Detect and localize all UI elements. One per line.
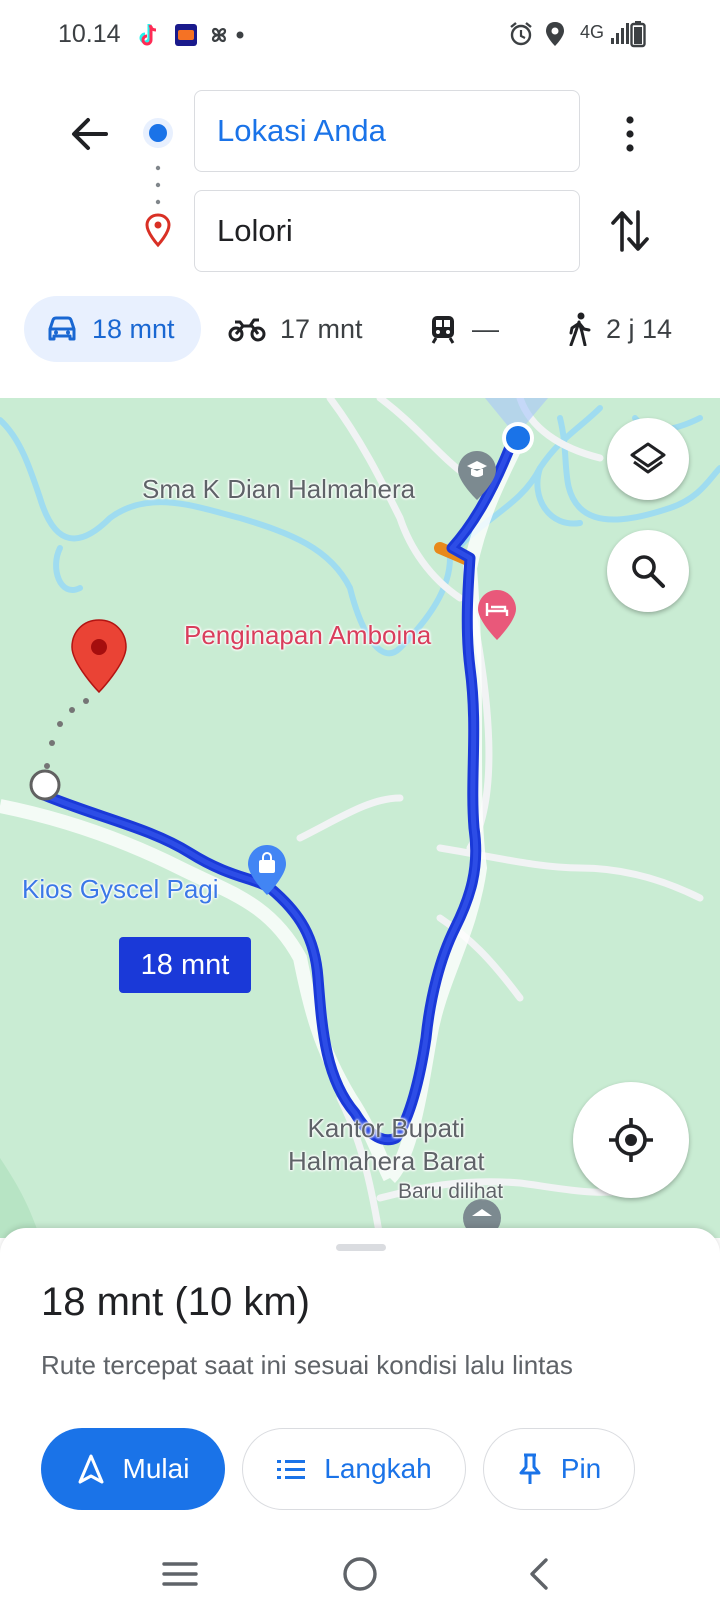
steps-button[interactable]: Langkah [242,1428,466,1510]
directions-header: Lokasi Anda Lolori 18 mnt 17 mnt — 2 j 1… [0,68,720,398]
tab-transit[interactable]: — [428,296,499,362]
swap-direction-icon[interactable] [608,206,652,256]
steps-label: Langkah [324,1453,432,1484]
layers-icon [630,442,666,474]
travel-mode-tabs: 18 mnt 17 mnt — 2 j 14 [0,296,720,366]
status-time: 10.14 [58,20,121,48]
sheet-drag-handle[interactable] [336,1244,386,1251]
lazada-icon [175,24,197,46]
route-details-sheet: 18 mnt (10 km) Rute tercepat saat ini se… [0,1228,720,1530]
motorcycle-icon [228,318,266,342]
layers-button[interactable] [607,418,689,500]
search-along-route-button[interactable] [607,530,689,612]
list-icon [277,1460,306,1479]
office-label-line2: Halmahera Barat [288,1146,485,1176]
more-options-icon[interactable] [614,112,646,156]
origin-dot-icon [143,118,173,148]
transit-time: — [472,313,499,344]
start-navigation-button[interactable]: Mulai [41,1428,225,1510]
system-back-icon[interactable] [516,1550,564,1598]
map-label-shop[interactable]: Kios Gyscel Pagi [22,874,219,905]
origin-input[interactable]: Lokasi Anda [194,90,580,172]
map-label-inn[interactable]: Penginapan Amboina [184,620,431,651]
destination-input[interactable]: Lolori [194,190,580,272]
pin-label: Pin [560,1453,602,1484]
office-label-line1: Kantor Bupati [307,1113,466,1143]
battery-icon [630,21,646,48]
my-location-icon [609,1118,653,1162]
home-icon[interactable] [336,1550,384,1598]
pin-icon [519,1453,541,1484]
system-navigation-bar [0,1530,720,1612]
pinwheel-icon [211,27,227,43]
walking-time: 2 j 14 [606,313,673,344]
my-location-button[interactable] [573,1082,689,1198]
navigation-arrow-icon [78,1454,104,1484]
signal-icon [611,23,629,44]
network-type: 4G [580,22,605,42]
location-icon [546,22,564,46]
destination-marker[interactable] [71,619,127,694]
search-icon [632,555,665,588]
alarm-icon [510,22,532,46]
recently-viewed-label: Baru dilihat [398,1180,504,1203]
motorcycle-time: 17 mnt [280,313,363,344]
map-label-school[interactable]: Sma K Dian Halmahera [142,474,415,505]
map-label-office[interactable]: Kantor Bupati Halmahera Barat [288,1112,485,1178]
route-duration-chip[interactable]: 18 mnt [119,937,251,993]
route-connector-icon [155,165,161,205]
hotel-marker[interactable] [478,590,516,640]
driving-time: 18 mnt [92,313,175,344]
route-description: Rute tercepat saat ini sesuai kondisi la… [41,1350,573,1380]
tiktok-icon [139,24,157,46]
walk-icon [569,312,591,346]
status-bar: 10.14 4G [0,0,720,68]
shop-marker[interactable] [248,845,286,895]
car-icon [48,316,76,341]
tab-driving[interactable]: 18 mnt [24,296,201,362]
destination-pin-icon [145,213,171,248]
start-label: Mulai [122,1453,190,1484]
tab-motorcycle[interactable]: 17 mnt [228,296,363,362]
dot-icon [236,31,244,39]
recent-apps-icon[interactable] [156,1550,204,1598]
train-icon [431,316,455,344]
tab-walking[interactable]: 2 j 14 [566,296,672,362]
map-view[interactable]: Sma K Dian Halmahera Penginapan Amboina … [0,398,720,1238]
back-arrow-icon[interactable] [66,108,114,160]
route-summary: 18 mnt (10 km) [41,1280,310,1324]
pin-button[interactable]: Pin [483,1428,635,1510]
